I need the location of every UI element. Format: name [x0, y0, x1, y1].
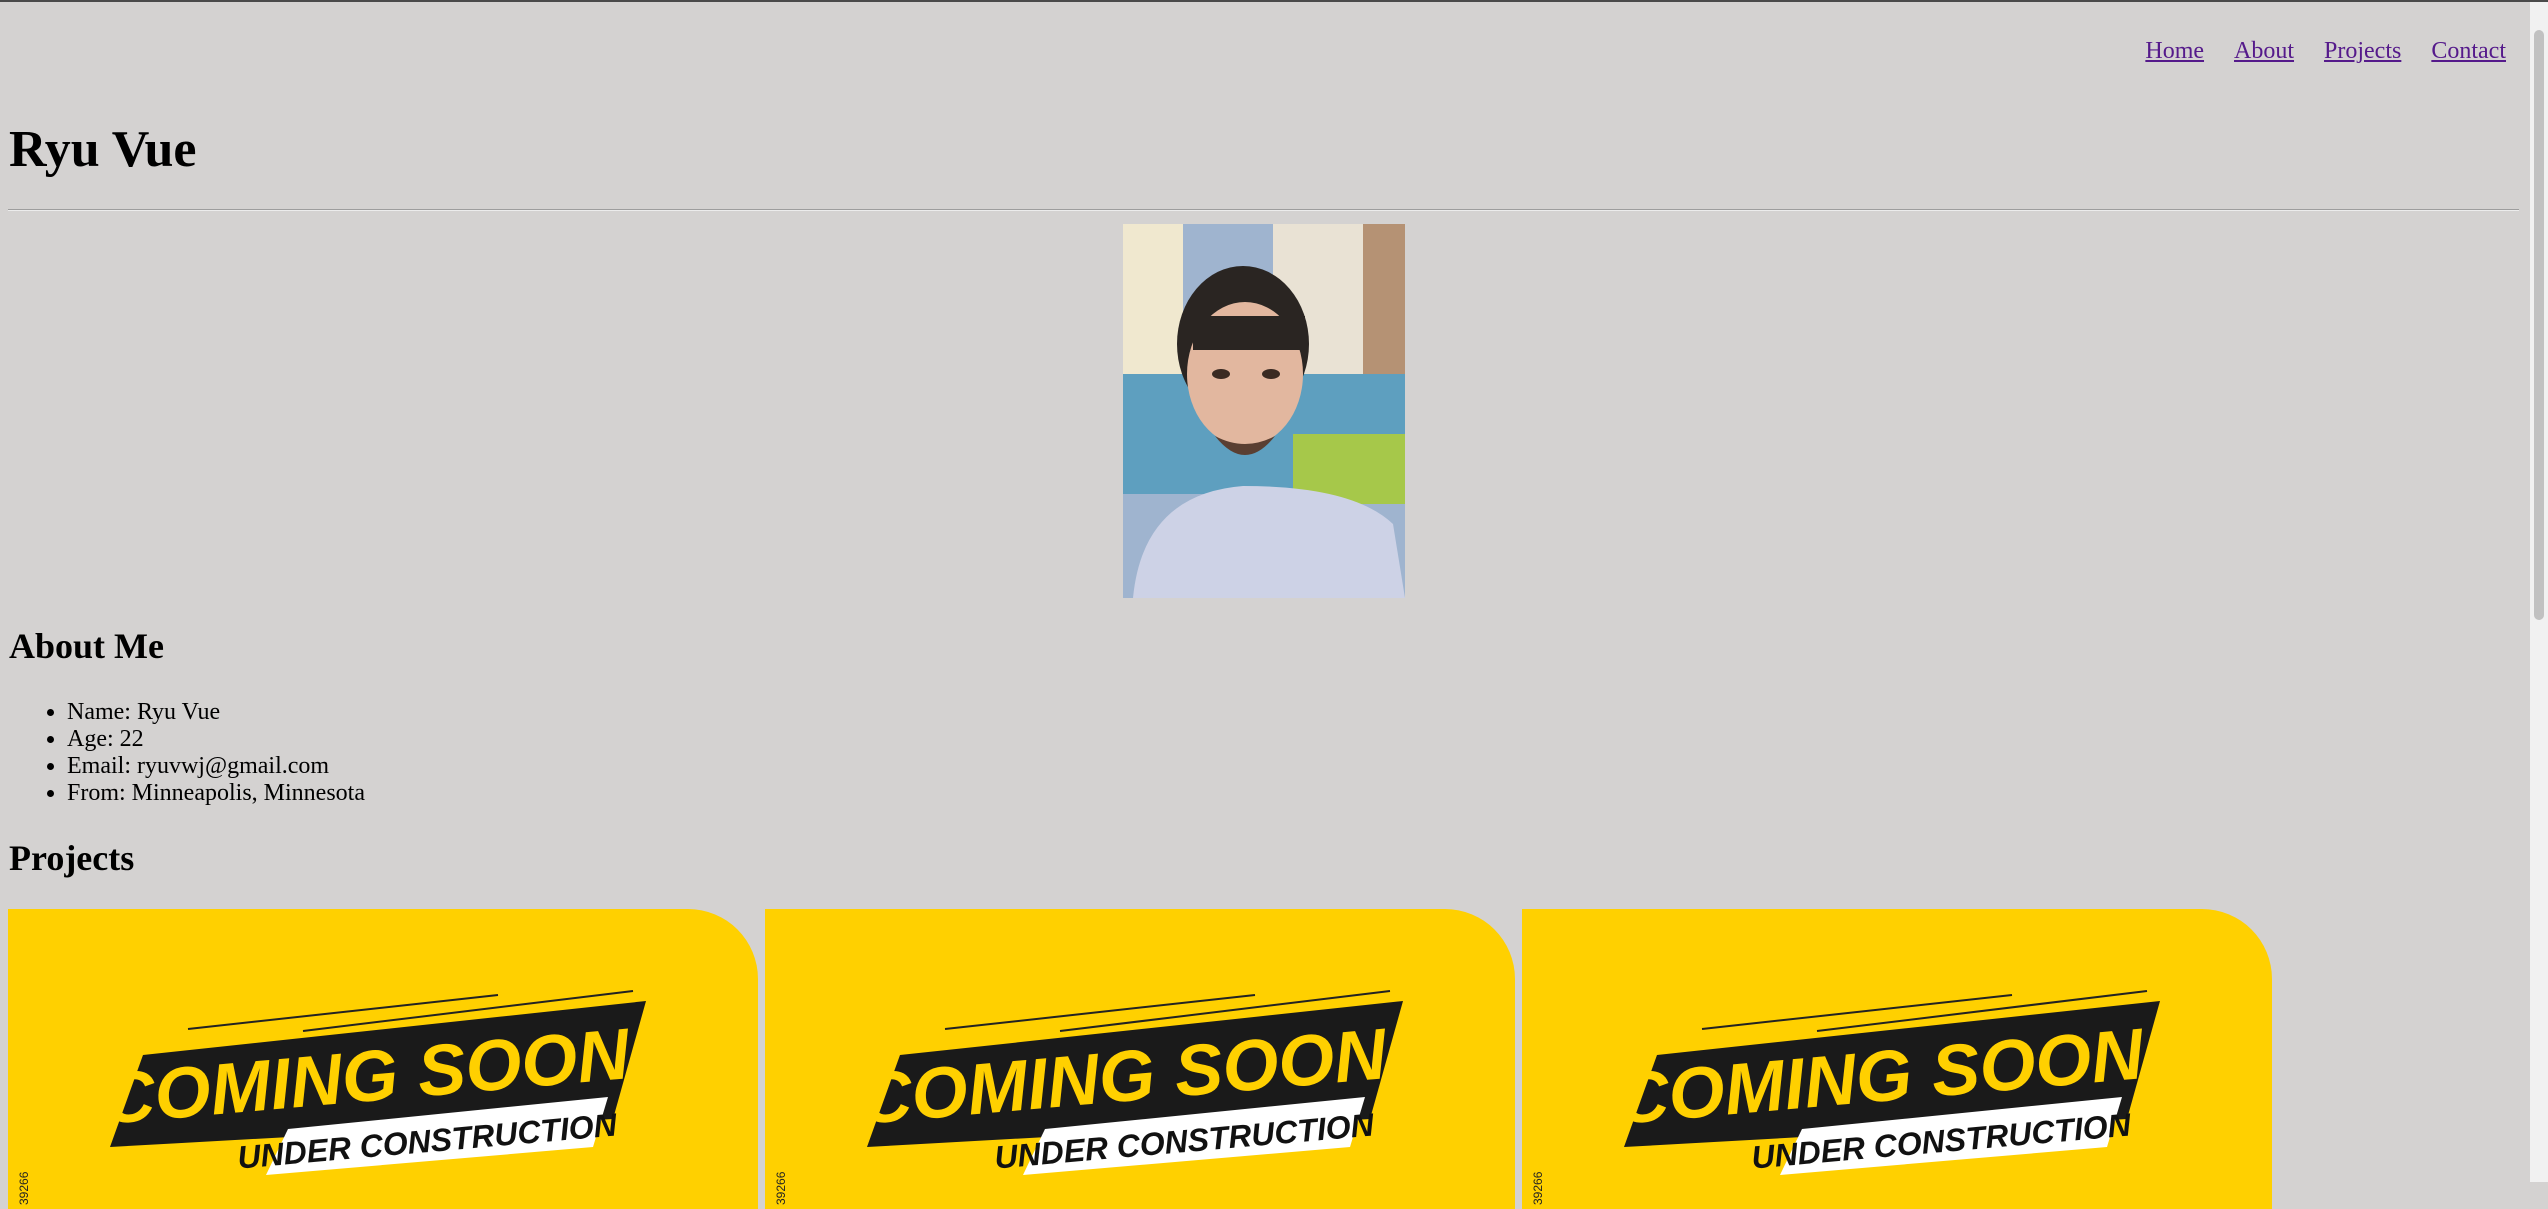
card-code: 39266: [1531, 1171, 1545, 1205]
nav-link-about[interactable]: About: [2234, 38, 2294, 65]
about-age: Age: 22: [67, 726, 365, 753]
page-title: Ryu Vue: [9, 121, 197, 178]
top-nav: Home About Projects Contact: [2145, 38, 2506, 65]
project-card[interactable]: COMING SOON UNDER CONSTRUCTION 39266: [8, 909, 758, 1209]
about-location: From: Minneapolis, Minnesota: [67, 780, 365, 807]
projects-heading: Projects: [9, 838, 135, 878]
about-name: Name: Ryu Vue: [67, 699, 365, 726]
nav-link-contact[interactable]: Contact: [2431, 38, 2506, 65]
header-divider: [8, 209, 2519, 211]
profile-photo: [1123, 224, 1405, 598]
projects-grid: COMING SOON UNDER CONSTRUCTION 39266 COM…: [8, 909, 2272, 1209]
nav-link-home[interactable]: Home: [2145, 38, 2204, 65]
card-code: 39266: [774, 1171, 788, 1205]
page-scrollbar[interactable]: [2530, 2, 2548, 1182]
project-card[interactable]: COMING SOON UNDER CONSTRUCTION 39266: [1522, 909, 2272, 1209]
nav-link-projects[interactable]: Projects: [2324, 38, 2401, 65]
card-code: 39266: [17, 1171, 31, 1205]
about-email: Email: ryuvwj@gmail.com: [67, 753, 365, 780]
about-heading: About Me: [9, 626, 164, 666]
project-card[interactable]: COMING SOON UNDER CONSTRUCTION 39266: [765, 909, 1515, 1209]
scrollbar-thumb[interactable]: [2534, 30, 2544, 620]
about-list: Name: Ryu Vue Age: 22 Email: ryuvwj@gmai…: [9, 699, 365, 807]
